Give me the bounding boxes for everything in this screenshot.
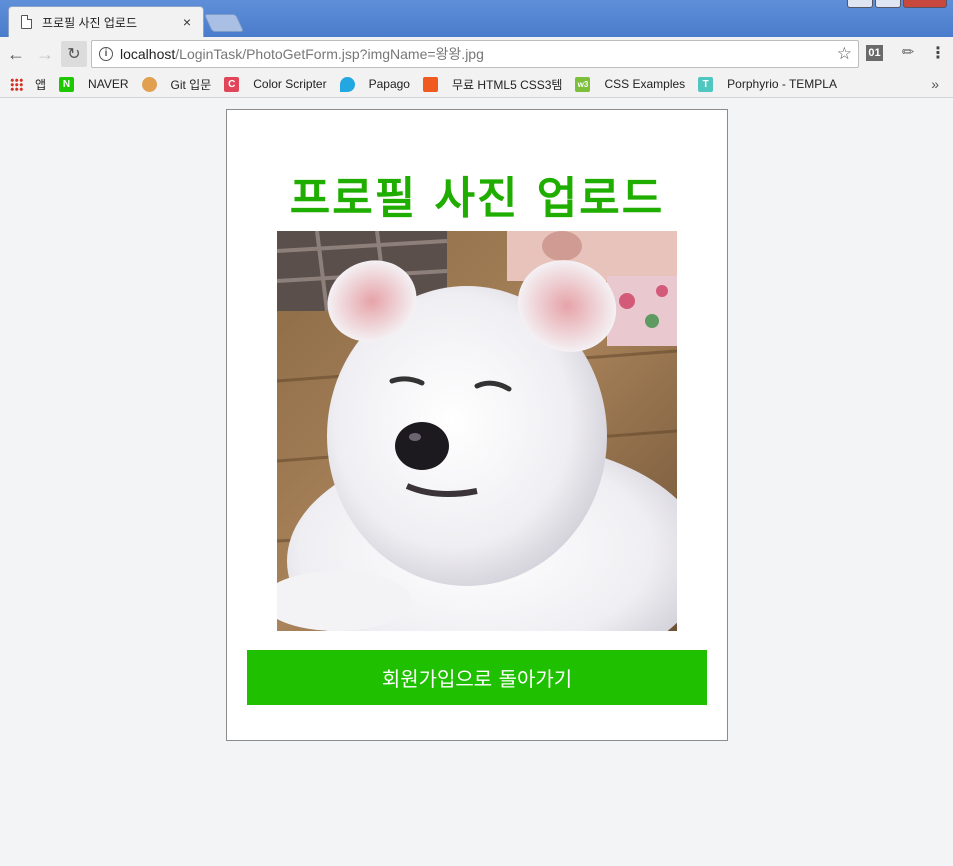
bookmark-porphyrio[interactable]: T Porphyrio - TEMPLA [698, 76, 837, 92]
apps-grid-icon [10, 77, 23, 91]
url-path: /LoginTask/PhotoGetForm.jsp?imgName=왕왕.j… [175, 46, 484, 62]
bookmark-label: NAVER [88, 77, 129, 91]
html5-template-icon [422, 76, 438, 92]
bookmark-label: Papago [368, 77, 410, 91]
info-icon[interactable]: i [99, 47, 113, 61]
page-icon [21, 15, 32, 29]
url-host: localhost [120, 46, 176, 62]
bookmark-papago[interactable]: Papago [339, 76, 410, 92]
css-examples-icon: w3 [575, 76, 591, 92]
minimize-button[interactable] [847, 0, 873, 8]
window-controls [847, 0, 947, 8]
forward-arrow-icon[interactable]: → [32, 41, 58, 67]
eyedropper-extension-icon[interactable]: ✏ [898, 43, 918, 63]
bookmark-naver[interactable]: N NAVER [59, 76, 129, 92]
bookmark-label: Color Scripter [253, 77, 327, 91]
profile-photo [277, 231, 677, 631]
color-scripter-icon: C [224, 76, 240, 92]
address-bar[interactable]: i localhost/LoginTask/PhotoGetForm.jsp?i… [91, 40, 859, 68]
bookmark-git[interactable]: Git 입문 [141, 76, 212, 93]
browser-tab-active[interactable]: 프로필 사진 업로드 × [8, 6, 204, 37]
bookmarks-overflow-icon[interactable]: » [931, 76, 939, 92]
browser-titlebar: 프로필 사진 업로드 × [0, 0, 953, 37]
back-arrow-icon[interactable]: ← [3, 41, 29, 67]
bookmark-color-scripter[interactable]: C Color Scripter [224, 76, 327, 92]
page-title: 프로필 사진 업로드 [289, 173, 665, 224]
porphyrio-icon: T [698, 76, 714, 92]
bookmark-label: Porphyrio - TEMPLA [727, 77, 837, 91]
bookmark-star-icon[interactable]: ☆ [837, 44, 852, 64]
back-to-signup-button[interactable]: 회원가입으로 돌아가기 [247, 650, 707, 705]
bookmark-label: 무료 HTML5 CSS3템 [451, 77, 563, 92]
close-window-button[interactable] [903, 0, 947, 8]
tab-title: 프로필 사진 업로드 [42, 15, 137, 30]
git-icon [141, 76, 157, 92]
url-text[interactable]: localhost/LoginTask/PhotoGetForm.jsp?img… [120, 44, 837, 64]
papago-icon [339, 76, 355, 92]
new-tab-button[interactable] [203, 14, 245, 32]
bookmark-label: 앱 [35, 77, 47, 92]
browser-toolbar: ← → ↻ i localhost/LoginTask/PhotoGetForm… [0, 37, 953, 71]
reload-icon[interactable]: ↻ [61, 41, 87, 67]
bookmark-css-examples[interactable]: w3 CSS Examples [575, 76, 686, 92]
tab-close-icon[interactable]: × [177, 14, 197, 30]
dog-photo-image [277, 231, 677, 631]
bookmark-html5-templates[interactable]: 무료 HTML5 CSS3템 [422, 76, 563, 93]
extension-01-icon[interactable]: 01 [866, 45, 883, 61]
maximize-button[interactable] [875, 0, 901, 8]
bookmark-label: Git 입문 [170, 77, 212, 92]
browser-menu-icon[interactable]: ⋮ [930, 43, 946, 63]
upload-card: 프로필 사진 업로드 회원가입으로 돌아가기 [226, 109, 728, 741]
naver-icon: N [59, 76, 75, 92]
bookmark-apps[interactable]: 앱 [10, 76, 46, 93]
bookmark-label: CSS Examples [604, 77, 686, 91]
bookmarks-bar: 앱 N NAVER Git 입문 C Color Scripter Papago… [0, 71, 953, 98]
